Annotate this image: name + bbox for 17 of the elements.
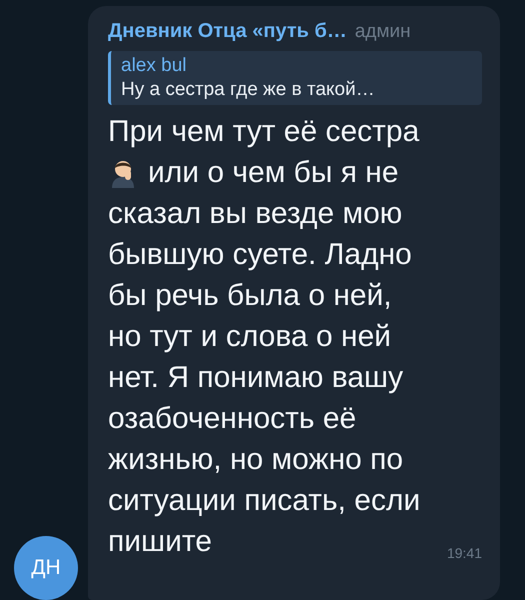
message-text: пишите: [108, 524, 212, 560]
message-text: ситуации писать, если: [108, 483, 420, 519]
message-text: При чем тут её сестра: [108, 114, 420, 150]
message-text: сказал вы везде мою: [108, 196, 402, 232]
message-text: но тут и слова о ней: [108, 319, 392, 355]
message-text: или о чем бы я не: [148, 155, 399, 191]
reply-author: alex bul: [121, 55, 188, 77]
reply-text: Ну а сестра где же в такой…: [121, 79, 376, 101]
sender-role: админ: [354, 21, 411, 43]
message-text: бы речь была о ней,: [108, 278, 392, 314]
sender-name[interactable]: Дневник Отца «путь б…: [108, 20, 347, 43]
reply-quote[interactable]: alex bul Ну а сестра где же в такой…: [108, 51, 482, 105]
message-text: нет. Я понимаю вашу: [108, 360, 404, 396]
message-time: 19:41: [446, 546, 482, 560]
message-text: бывшую суете. Ладно: [108, 237, 412, 273]
message-text: озабоченность её: [108, 401, 356, 437]
message-text: жизнью, но можно по: [108, 442, 404, 478]
